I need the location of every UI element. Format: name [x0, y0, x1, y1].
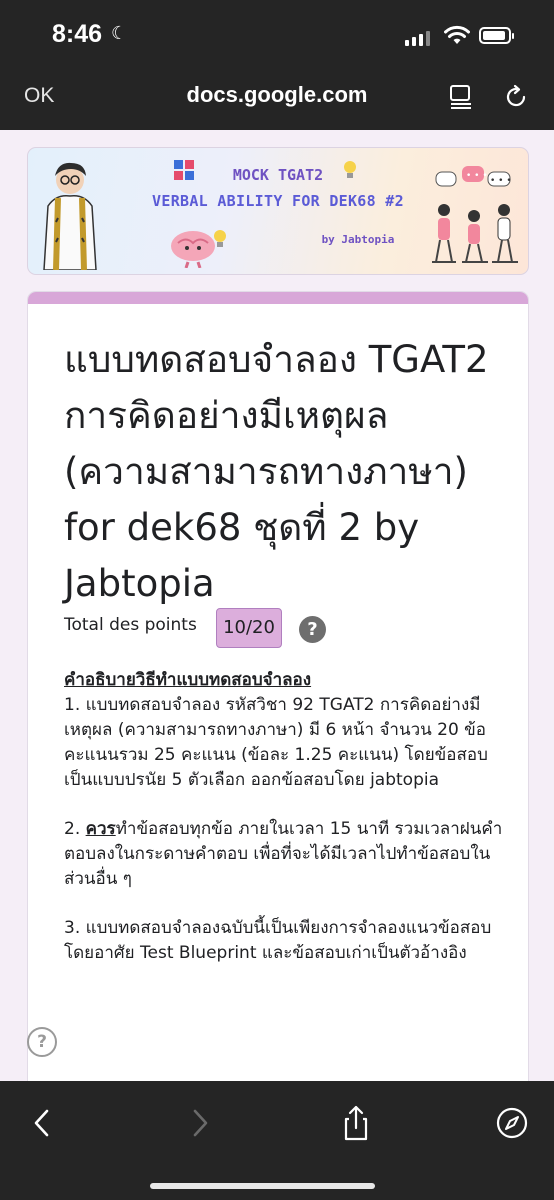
banner-title-line1: MOCK TGAT2 [232, 166, 324, 184]
floating-help-button[interactable]: ? [27, 1027, 57, 1057]
form-header-banner: • • • • • • MOCK TGAT2 VERBAL ABILITY FO… [27, 147, 529, 275]
page-content: • • • • • • MOCK TGAT2 VERBAL ABILITY FO… [0, 130, 554, 1081]
home-indicator [150, 1183, 375, 1189]
reader-mode-icon[interactable] [449, 83, 473, 109]
form-title: แบบทดสอบจำลอง TGAT2 การคิดอย่างมีเหตุผล … [64, 338, 489, 605]
status-bar: 8:46 ☾ [0, 0, 554, 70]
item-2-text: ทำข้อสอบทุกข้อ ภายในเวลา 15 นาที รวมเวลา… [64, 819, 503, 889]
moon-icon: ☾ [111, 23, 128, 44]
form-accent-bar [28, 292, 528, 304]
item-2-number: 2. [64, 819, 86, 839]
back-icon[interactable] [22, 1103, 62, 1143]
help-icon[interactable]: ? [299, 616, 326, 643]
form-description: คำอธิบายวิธีทำแบบทดสอบจำลอง 1. แบบทดสอบจ… [64, 668, 504, 990]
total-points-label: Total des points [64, 615, 197, 635]
form-header-card: แบบทดสอบจำลอง TGAT2 การคิดอย่างมีเหตุผล … [27, 291, 529, 1081]
score-badge: 10/20 [216, 608, 282, 648]
reload-icon[interactable] [504, 83, 528, 109]
cellular-signal-icon [405, 30, 433, 46]
description-heading: คำอธิบายวิธีทำแบบทดสอบจำลอง [64, 670, 312, 690]
share-icon[interactable] [336, 1103, 376, 1143]
description-item-3: 3. แบบทดสอบจำลองฉบับนี้เป็นเพียงการจำลอง… [64, 918, 492, 963]
banner-title-line2: VERBAL ABILITY FOR DEK68 #2 [152, 192, 404, 210]
description-item-2: 2. ควรทำข้อสอบทุกข้อ ภายในเวลา 15 นาที ร… [64, 817, 504, 892]
compass-icon[interactable] [492, 1103, 532, 1143]
banner-byline: by Jabtopia [321, 233, 395, 246]
browser-nav-bar: OK docs.google.com [0, 70, 554, 130]
wifi-icon [444, 25, 470, 44]
description-item-1: 1. แบบทดสอบจำลอง รหัสวิชา 92 TGAT2 การคิ… [64, 695, 488, 790]
item-2-emphasis: ควร [85, 819, 116, 839]
status-time: 8:46 [52, 20, 103, 48]
battery-icon [479, 27, 514, 44]
forward-icon[interactable] [180, 1103, 220, 1143]
